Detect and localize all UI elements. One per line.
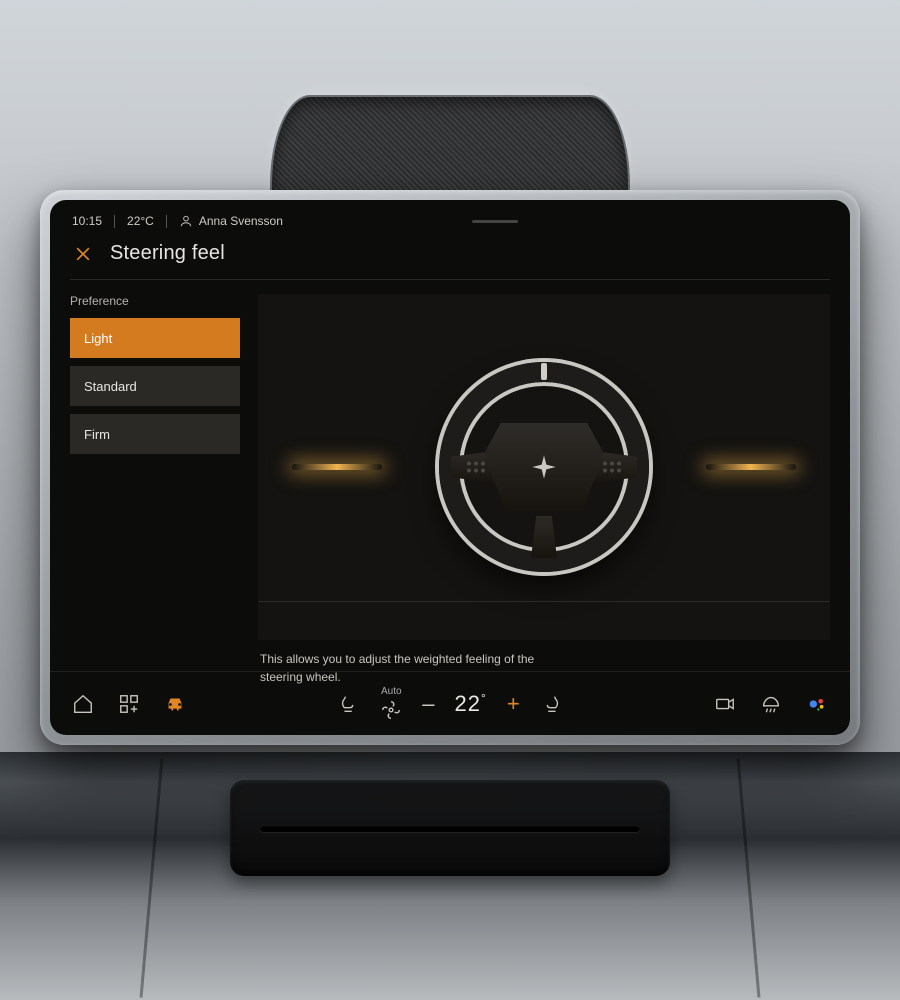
assistant-icon[interactable] (806, 693, 828, 715)
vent-slot (260, 825, 640, 832)
preview-divider (258, 601, 830, 602)
preference-label: Preference (70, 294, 240, 308)
status-user[interactable]: Anna Svensson (179, 214, 283, 228)
preview-panel (258, 294, 830, 640)
status-time: 10:15 (72, 214, 102, 228)
center-vent (230, 780, 670, 876)
climate-temperature[interactable]: 22° (455, 691, 487, 717)
seat-heat-right-icon[interactable] (540, 693, 562, 715)
status-temperature: 22°C (127, 214, 154, 228)
option-firm[interactable]: Firm (70, 414, 240, 454)
option-light[interactable]: Light (70, 318, 240, 358)
status-separator (166, 215, 167, 228)
home-icon[interactable] (72, 693, 94, 715)
polestar-logo-icon (530, 453, 558, 481)
climate-temperature-value: 22 (455, 691, 481, 716)
feedback-beam-right (706, 464, 796, 470)
fan-icon[interactable] (380, 699, 402, 721)
option-label: Light (84, 331, 112, 346)
preference-sidebar: Preference Light Standard Firm (70, 294, 240, 640)
option-standard[interactable]: Standard (70, 366, 240, 406)
defrost-icon[interactable] (760, 693, 782, 715)
fan-mode-label: Auto (381, 686, 402, 697)
status-user-name: Anna Svensson (199, 214, 283, 228)
temperature-down-button[interactable]: – (422, 691, 434, 717)
option-label: Firm (84, 427, 110, 442)
user-icon (179, 214, 193, 228)
car-icon[interactable] (164, 693, 186, 715)
apps-icon[interactable] (118, 693, 140, 715)
close-button[interactable] (72, 243, 94, 265)
drag-handle[interactable] (472, 220, 518, 223)
climate-temperature-unit: ° (481, 691, 487, 705)
option-label: Standard (84, 379, 137, 394)
page-header: Steering feel (50, 234, 850, 279)
temperature-up-button[interactable]: + (507, 691, 520, 717)
dashboard-speaker-grille (270, 95, 630, 205)
page-title: Steering feel (110, 242, 225, 265)
bottom-dock: Auto – 22° + (50, 671, 850, 735)
feedback-beam-left (292, 464, 382, 470)
camera-icon[interactable] (714, 693, 736, 715)
steering-wheel-illustration (439, 362, 649, 572)
status-bar: 10:15 22°C Anna Svensson (50, 200, 850, 234)
center-display-screen: 10:15 22°C Anna Svensson (50, 200, 850, 735)
center-display-bezel: 10:15 22°C Anna Svensson (40, 190, 860, 745)
seat-heat-left-icon[interactable] (338, 693, 360, 715)
status-separator (114, 215, 115, 228)
